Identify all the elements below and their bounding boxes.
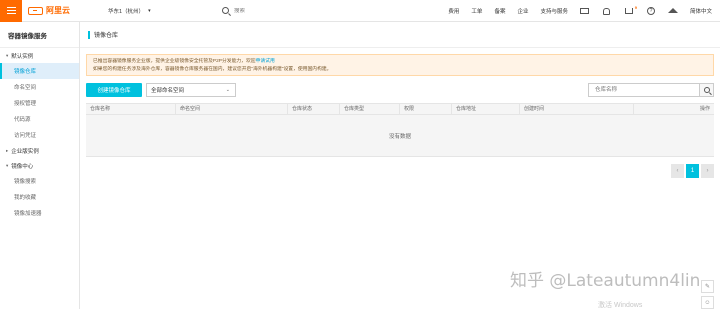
prev-page-button[interactable]: ‹ bbox=[671, 164, 684, 178]
col-address: 仓库地址 bbox=[452, 103, 520, 115]
sidebar-item-accelerator[interactable]: 镜像加速器 bbox=[0, 205, 79, 221]
repo-table: 仓库名称 命名空间 仓库状态 仓库类型 权限 仓库地址 创建时间 操作 没有数据 bbox=[86, 103, 714, 157]
nav-tickets[interactable]: 工单 bbox=[465, 7, 488, 15]
sidebar-item-credentials[interactable]: 访问凭证 bbox=[0, 127, 79, 143]
chevron-right-icon: ▸ bbox=[6, 147, 9, 153]
nav-billing[interactable]: 费用 bbox=[442, 7, 465, 15]
global-search[interactable] bbox=[222, 4, 392, 17]
sidebar-item-code-source[interactable]: 代码源 bbox=[0, 111, 79, 127]
sidebar-item-namespaces[interactable]: 命名空间 bbox=[0, 79, 79, 95]
chevron-down-icon: ⌄ bbox=[225, 87, 230, 93]
toolbar: 创建镜像仓库 全部命名空间 ⌄ bbox=[86, 83, 714, 97]
nav-support[interactable]: 支持与服务 bbox=[534, 7, 574, 15]
search-icon bbox=[703, 87, 710, 93]
col-created: 创建时间 bbox=[520, 103, 634, 115]
repo-search-input[interactable] bbox=[589, 84, 699, 96]
page-title: 镜像仓库 bbox=[94, 33, 119, 39]
table-header: 仓库名称 命名空间 仓库状态 仓库类型 权限 仓库地址 创建时间 操作 bbox=[86, 103, 714, 115]
aliyun-logo-icon bbox=[28, 6, 43, 15]
bell-icon[interactable] bbox=[596, 0, 618, 22]
create-repo-button[interactable]: 创建镜像仓库 bbox=[86, 83, 142, 97]
sidebar-item-auth[interactable]: 授权管理 bbox=[0, 95, 79, 111]
global-search-input[interactable] bbox=[234, 7, 374, 14]
col-repo-name: 仓库名称 bbox=[86, 103, 176, 115]
cart-icon[interactable]: 9 bbox=[618, 0, 640, 22]
sidebar: 容器镜像服务 ▾ 默认实例 镜像仓库 命名空间 授权管理 代码源 访问凭证 ▸ 企业… bbox=[0, 22, 80, 309]
sidebar-group-enterprise[interactable]: ▸ 企业版实例 bbox=[0, 143, 79, 158]
page-button[interactable]: 1 bbox=[686, 164, 699, 178]
empty-state: 没有数据 bbox=[86, 115, 714, 157]
help-icon[interactable]: ? bbox=[640, 0, 662, 22]
logo-text: 阿里云 bbox=[46, 6, 70, 15]
notice-line-2: 如果您的构建任务涉及海外仓库，容器镜像仓库服务器在国内，建议您开启"海外机器构建… bbox=[93, 66, 332, 72]
sidebar-group-image-center[interactable]: ▾ 镜像中心 bbox=[0, 158, 79, 173]
chat-icon[interactable]: ☺ bbox=[701, 296, 714, 309]
region-label: 华东1（杭州） bbox=[108, 8, 145, 15]
feedback-icon[interactable]: ✎ bbox=[701, 280, 714, 293]
windows-activation-text: 激活 Windows bbox=[598, 302, 643, 309]
watermark: 知乎 @Lateautumn4lin bbox=[510, 271, 701, 291]
nav-filing[interactable]: 备案 bbox=[488, 7, 511, 15]
notice-banner: 已推出容器镜像服务企业版，提供企业级镜像安全托管及P2P分发能力，欢迎申请试用 … bbox=[86, 54, 714, 76]
sidebar-title: 容器镜像服务 bbox=[0, 22, 79, 48]
col-status: 仓库状态 bbox=[288, 103, 340, 115]
language-switch[interactable]: 简体中文 bbox=[684, 7, 712, 15]
apply-trial-link[interactable]: 申请试用 bbox=[256, 59, 275, 64]
col-permission: 权限 bbox=[400, 103, 452, 115]
sidebar-item-image-search[interactable]: 镜像搜索 bbox=[0, 173, 79, 189]
col-namespace: 命名空间 bbox=[176, 103, 288, 115]
sidebar-item-repos[interactable]: 镜像仓库 bbox=[0, 63, 79, 79]
repo-search bbox=[588, 83, 714, 97]
next-page-button[interactable]: › bbox=[701, 164, 714, 178]
sidebar-item-favorites[interactable]: 我的收藏 bbox=[0, 189, 79, 205]
top-bar: 阿里云 华东1（杭州） ▾ 费用 工单 备案 企业 支持与服务 9 ? 简体中文 bbox=[0, 0, 720, 22]
notice-line-1: 已推出容器镜像服务企业版，提供企业级镜像安全托管及P2P分发能力，欢迎 bbox=[93, 59, 256, 64]
top-nav: 费用 工单 备案 企业 支持与服务 9 ? 简体中文 bbox=[442, 0, 712, 22]
col-actions: 操作 bbox=[699, 106, 710, 112]
caret-down-icon: ▾ bbox=[148, 7, 151, 14]
aliyun-logo[interactable]: 阿里云 bbox=[28, 5, 78, 16]
region-selector[interactable]: 华东1（杭州） ▾ bbox=[108, 7, 151, 15]
mail-icon[interactable] bbox=[574, 0, 596, 22]
cart-count: 9 bbox=[634, 5, 637, 10]
sidebar-group-default[interactable]: ▾ 默认实例 bbox=[0, 48, 79, 63]
menu-icon[interactable] bbox=[0, 0, 22, 22]
chevron-down-icon: ▾ bbox=[6, 162, 9, 168]
nav-enterprise[interactable]: 企业 bbox=[511, 7, 534, 15]
repo-search-button[interactable] bbox=[699, 84, 713, 96]
namespace-select[interactable]: 全部命名空间 ⌄ bbox=[146, 83, 236, 97]
chevron-down-icon: ▾ bbox=[6, 52, 9, 58]
namespace-select-value: 全部命名空间 bbox=[151, 88, 185, 94]
page-header: 镜像仓库 bbox=[80, 22, 720, 48]
col-type: 仓库类型 bbox=[340, 103, 400, 115]
home-icon[interactable] bbox=[662, 0, 684, 22]
search-icon bbox=[222, 7, 229, 14]
pagination: ‹ 1 › bbox=[671, 164, 714, 178]
